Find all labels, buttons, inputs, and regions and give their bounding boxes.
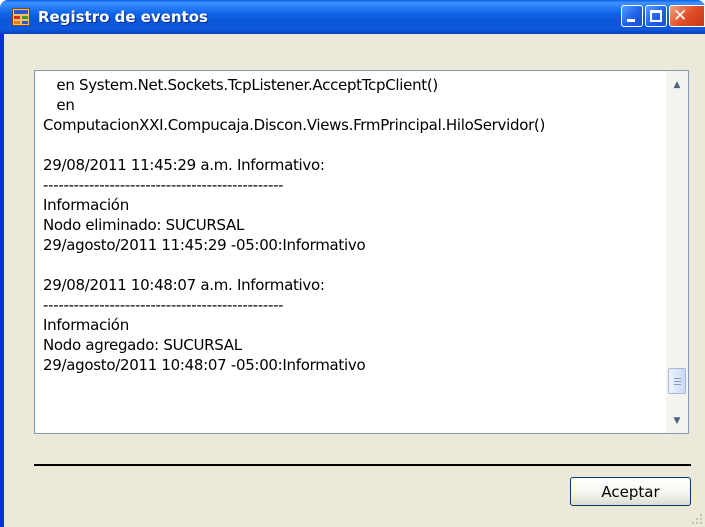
log-line: 29/agosto/2011 10:48:07 -05:00:Informati… [43, 356, 366, 374]
log-line: 29/08/2011 10:48:07 a.m. Informativo: [43, 276, 325, 294]
log-line: Información [43, 196, 129, 214]
thumb-grip-line [674, 381, 681, 382]
vertical-scrollbar[interactable]: ▲ ▼ [666, 71, 688, 433]
thumb-grip-line [674, 378, 681, 379]
event-log-textbox[interactable]: en System.Net.Sockets.TcpListener.Accept… [34, 70, 689, 434]
log-line: ----------------------------------------… [43, 296, 284, 314]
log-line: Nodo eliminado: SUCURSAL [43, 216, 245, 234]
resize-grip-icon[interactable] [689, 511, 703, 525]
event-log-text: en System.Net.Sockets.TcpListener.Accept… [43, 75, 663, 429]
log-line: Nodo agregado: SUCURSAL [43, 336, 242, 354]
scroll-up-arrow-icon[interactable]: ▲ [667, 75, 687, 95]
log-line: 29/08/2011 11:45:29 a.m. Informativo: [43, 156, 325, 174]
separator-line [34, 464, 691, 466]
minimize-button[interactable] [621, 5, 643, 27]
app-window-icon [12, 8, 30, 26]
log-line: Información [43, 316, 129, 334]
accept-button[interactable]: Aceptar [570, 477, 691, 506]
window-title: Registro de eventos [38, 8, 208, 26]
maximize-button[interactable] [645, 5, 667, 27]
title-bar[interactable]: Registro de eventos ✕ [0, 0, 705, 34]
log-line: en [43, 96, 75, 114]
log-line: 29/agosto/2011 11:45:29 -05:00:Informati… [43, 236, 366, 254]
maximize-icon [650, 10, 662, 22]
thumb-grip-line [674, 384, 681, 385]
close-button[interactable]: ✕ [669, 5, 705, 27]
minimize-icon [627, 19, 635, 22]
scrollbar-thumb[interactable] [668, 368, 686, 394]
log-line: ----------------------------------------… [43, 176, 284, 194]
close-icon: ✕ [673, 6, 688, 26]
event-log-window: Registro de eventos ✕ en System.Net.Sock… [0, 0, 705, 527]
window-client-area: en System.Net.Sockets.TcpListener.Accept… [4, 34, 705, 527]
log-line: en System.Net.Sockets.TcpListener.Accept… [43, 76, 438, 94]
log-line: ComputacionXXI.Compucaja.Discon.Views.Fr… [43, 116, 546, 134]
scroll-down-arrow-icon[interactable]: ▼ [667, 411, 687, 431]
